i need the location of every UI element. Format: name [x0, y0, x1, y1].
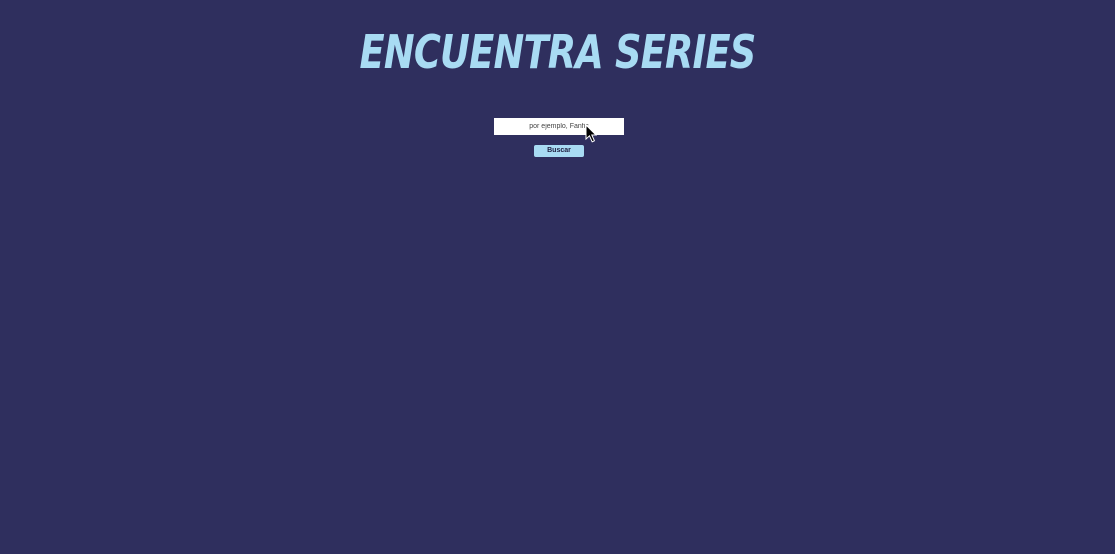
page: Encuentra series Buscar — [0, 0, 1115, 554]
page-title: Encuentra series — [359, 25, 756, 79]
search-button[interactable]: Buscar — [534, 145, 584, 157]
search-input[interactable] — [494, 118, 624, 135]
